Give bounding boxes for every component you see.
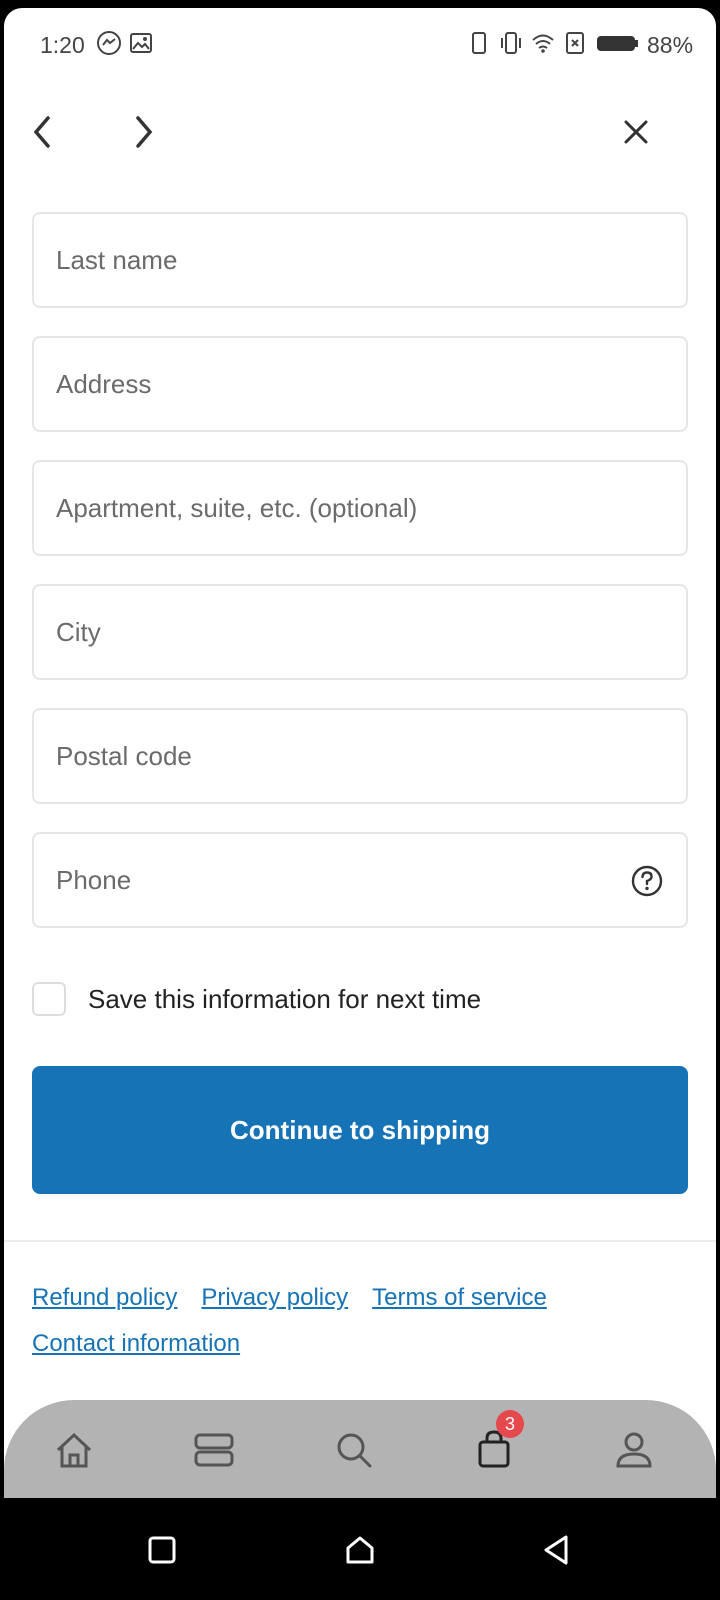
apartment-field: [32, 460, 688, 556]
close-button[interactable]: [612, 108, 660, 156]
city-input[interactable]: [34, 586, 686, 678]
search-icon: [337, 1433, 372, 1468]
phone-input[interactable]: [34, 834, 686, 926]
postal-code-input[interactable]: [34, 710, 686, 802]
terms-of-service-link[interactable]: Terms of service: [372, 1284, 547, 1312]
chevron-left-icon: [33, 116, 50, 148]
sim-x-icon: [566, 32, 584, 54]
status-system-icons: [466, 30, 640, 56]
home-icon: [56, 1432, 92, 1468]
postal-code-field: [32, 708, 688, 804]
status-time: 1:20: [40, 32, 85, 58]
contact-information-link[interactable]: Contact information: [32, 1330, 240, 1358]
back-button[interactable]: [18, 108, 66, 156]
tab-collections[interactable]: [186, 1422, 242, 1478]
privacy-policy-link[interactable]: Privacy policy: [201, 1284, 348, 1312]
section-divider: [4, 1240, 716, 1242]
policy-links: Refund policy Privacy policy Terms of serv…: [32, 1284, 682, 1376]
wifi-icon: [532, 34, 554, 53]
save-info-row[interactable]: Save this information for next time: [32, 974, 481, 1024]
phone-field: [32, 832, 688, 928]
phone-outline-icon: [472, 32, 486, 54]
chevron-right-icon: [136, 116, 153, 148]
last-name-input[interactable]: [34, 214, 686, 306]
recents-button[interactable]: [140, 1528, 184, 1572]
image-icon: [130, 33, 152, 53]
app-screen: 1:20 88% Last name Address Apartment, su…: [4, 8, 716, 1498]
save-info-label[interactable]: Save this information for next time: [88, 984, 481, 1015]
city-field: [32, 584, 688, 680]
tab-home[interactable]: [46, 1422, 102, 1478]
messenger-icon: [97, 31, 121, 55]
forward-button[interactable]: [120, 108, 168, 156]
back-nav-button[interactable]: [534, 1528, 578, 1572]
vibrate-icon: [501, 32, 521, 54]
status-bar: 1:20 88%: [4, 8, 716, 80]
back-triangle-icon: [544, 1535, 568, 1565]
home-nav-icon: [346, 1536, 374, 1564]
battery-icon: [597, 36, 638, 51]
home-nav-button[interactable]: [338, 1528, 382, 1572]
recents-square-icon: [148, 1536, 176, 1564]
top-navigation: [4, 108, 716, 172]
address-field: [32, 336, 688, 432]
cart-count-badge: 3: [496, 1410, 524, 1438]
status-notification-icons: [96, 30, 154, 56]
system-navigation-bar: [0, 1498, 720, 1600]
address-input[interactable]: [34, 338, 686, 430]
continue-to-shipping-button[interactable]: Continue to shipping: [32, 1066, 688, 1194]
last-name-field: [32, 212, 688, 308]
tab-cart[interactable]: 3: [466, 1410, 524, 1478]
save-info-checkbox[interactable]: [32, 982, 66, 1016]
account-icon: [616, 1432, 652, 1468]
close-icon: [624, 120, 648, 144]
tab-search[interactable]: [326, 1422, 382, 1478]
apartment-input[interactable]: [34, 462, 686, 554]
collections-icon: [194, 1433, 234, 1467]
help-circle-icon[interactable]: [630, 864, 664, 898]
tab-account[interactable]: [606, 1422, 662, 1478]
bottom-tab-bar: 3: [4, 1400, 716, 1498]
refund-policy-link[interactable]: Refund policy: [32, 1284, 177, 1312]
battery-percent: 88%: [647, 32, 694, 58]
